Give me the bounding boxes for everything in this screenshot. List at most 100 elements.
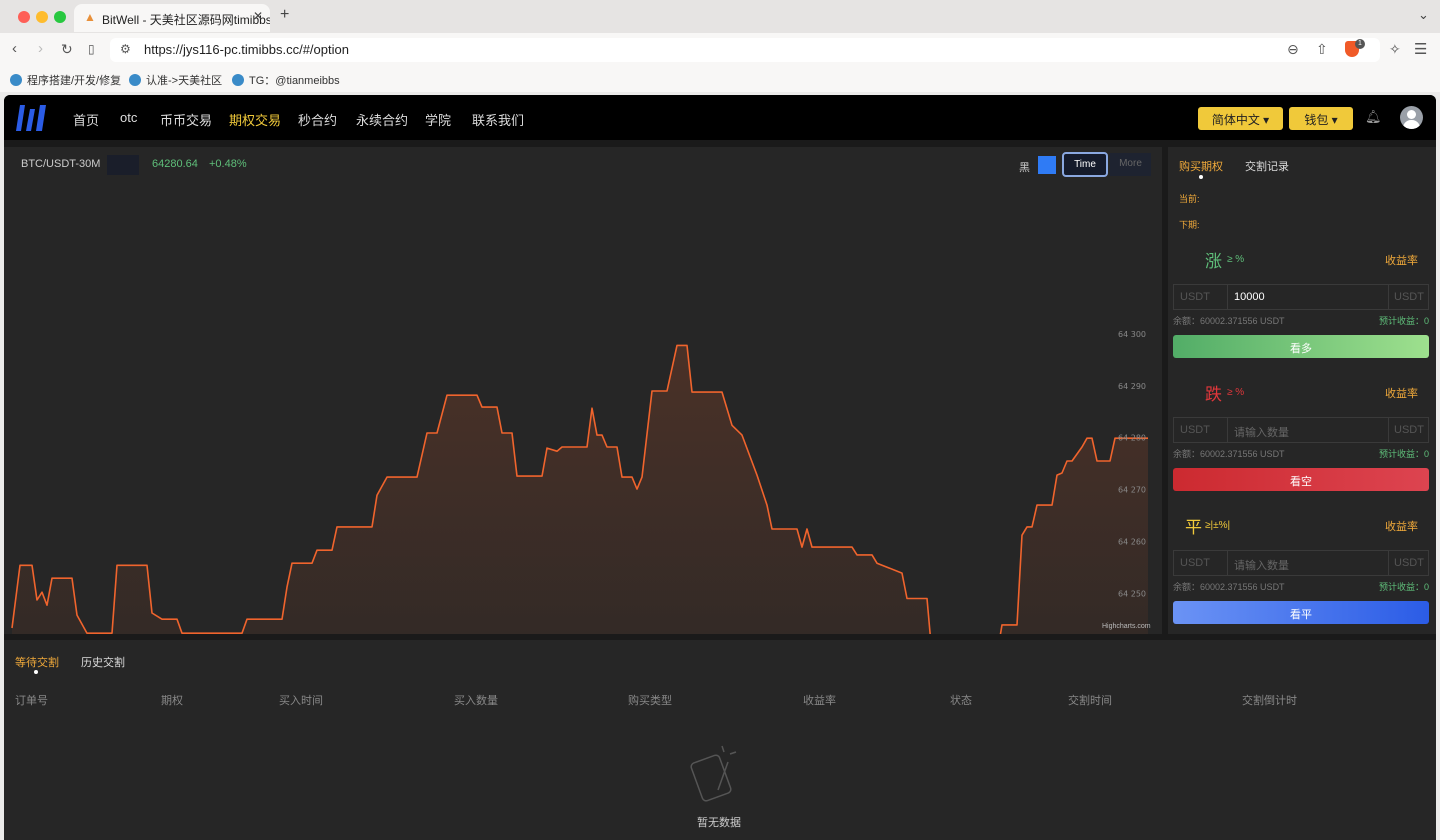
bookmark-label: 认准->天美社区 bbox=[146, 75, 223, 87]
avatar[interactable] bbox=[1400, 106, 1423, 129]
nav-options[interactable]: 期权交易 bbox=[229, 110, 281, 129]
maximize-window-button[interactable] bbox=[54, 11, 66, 23]
active-tab-dot bbox=[34, 670, 38, 674]
expected-profit: 预计收益：0 bbox=[1378, 582, 1429, 592]
wallet-dropdown[interactable]: 钱包 ▾ bbox=[1289, 107, 1353, 130]
price-chart[interactable]: 03:11:3003:13:4003:14:2003:15:2003:15:50… bbox=[4, 147, 1162, 634]
chart-panel: BTC/USDT-30M 64280.64 +0.48% 黑 Time More… bbox=[4, 147, 1162, 634]
highcharts-credit[interactable]: Highcharts.com bbox=[1102, 623, 1151, 630]
tab-delivery-records[interactable]: 交割记录 bbox=[1245, 158, 1289, 174]
active-tab-dot bbox=[1199, 175, 1203, 179]
balance-text: 余额：60002.371556 USDT bbox=[1173, 449, 1285, 459]
y-tick-label: 64 300 bbox=[1118, 330, 1146, 339]
current-period-label: 当前: bbox=[1179, 194, 1200, 204]
logo-icon[interactable] bbox=[16, 105, 46, 131]
column-header: 收益率 bbox=[803, 695, 836, 707]
unit-suffix: USDT bbox=[1388, 551, 1428, 575]
rise-buy-button[interactable]: 看多 bbox=[1173, 335, 1429, 358]
column-header: 订单号 bbox=[15, 695, 48, 707]
fall-buy-button[interactable]: 看空 bbox=[1173, 468, 1429, 491]
bookmark-favicon-icon bbox=[129, 74, 141, 86]
column-header: 状态 bbox=[950, 695, 972, 707]
series-area bbox=[12, 345, 1148, 634]
yield-rate-label: 收益率 bbox=[1385, 388, 1418, 400]
unit-prefix: USDT bbox=[1174, 418, 1228, 442]
share-icon[interactable]: ⇧ bbox=[1316, 41, 1328, 58]
back-icon[interactable]: ‹ bbox=[12, 40, 17, 57]
unit-prefix: USDT bbox=[1174, 551, 1228, 575]
site-settings-icon[interactable]: ⚙ bbox=[120, 42, 131, 56]
tab-pending-delivery[interactable]: 等待交割 bbox=[15, 654, 59, 670]
column-header: 购买类型 bbox=[628, 695, 672, 707]
nav-contact[interactable]: 联系我们 bbox=[472, 110, 524, 129]
new-tab-button[interactable]: + bbox=[280, 6, 289, 24]
flat-amount-field: USDT 请输入数量 USDT bbox=[1173, 550, 1429, 576]
browser-tab-bar: ▲ BitWell - 天美社区源码网timibbs ✕ + ⌄ bbox=[0, 0, 1440, 33]
rise-amount-field: USDT USDT bbox=[1173, 284, 1429, 310]
y-tick-label: 64 280 bbox=[1118, 434, 1146, 443]
fall-input-wrap: 请输入数量 bbox=[1228, 418, 1388, 442]
flat-condition: ≥|±%| bbox=[1205, 520, 1231, 531]
rise-condition: ≥ % bbox=[1227, 254, 1245, 265]
unit-prefix: USDT bbox=[1174, 285, 1228, 309]
top-nav: 首页 otc 币币交易 期权交易 秒合约 永续合约 学院 联系我们 简体中文 ▾… bbox=[4, 95, 1436, 140]
y-tick-label: 64 250 bbox=[1118, 589, 1146, 598]
flat-amount-input[interactable] bbox=[1228, 551, 1388, 575]
y-tick-label: 64 270 bbox=[1118, 486, 1146, 495]
ai-sparkle-icon[interactable]: ✧ bbox=[1389, 41, 1401, 58]
address-bar[interactable]: ⚙ https://jys116-pc.timibbs.cc/#/option bbox=[110, 38, 1380, 62]
y-tick-label: 64 290 bbox=[1118, 382, 1146, 391]
bookmark-favicon-icon bbox=[232, 74, 244, 86]
bookmark-label: TG：@tianmeibbs bbox=[249, 75, 340, 87]
bookmark-favicon-icon bbox=[10, 74, 22, 86]
column-header: 买入数量 bbox=[454, 695, 498, 707]
minimize-window-button[interactable] bbox=[36, 11, 48, 23]
bookmark-label: 程序搭建/开发/修复 bbox=[27, 75, 122, 87]
expected-profit: 预计收益：0 bbox=[1378, 449, 1429, 459]
column-header: 交割时间 bbox=[1068, 695, 1112, 707]
bookmark-icon[interactable]: ▯ bbox=[88, 42, 95, 56]
y-tick-label: 64 260 bbox=[1118, 537, 1146, 546]
browser-tab[interactable]: ▲ BitWell - 天美社区源码网timibbs bbox=[74, 4, 270, 32]
close-tab-icon[interactable]: ✕ bbox=[253, 9, 263, 23]
zoom-out-icon[interactable]: ⊖ bbox=[1287, 41, 1299, 58]
nav-second-contract[interactable]: 秒合约 bbox=[298, 110, 337, 129]
bookmark-item[interactable]: TG：@tianmeibbs bbox=[232, 72, 340, 88]
unit-suffix: USDT bbox=[1388, 285, 1428, 309]
tab-history-delivery[interactable]: 历史交割 bbox=[81, 654, 125, 670]
nav-spot[interactable]: 币币交易 bbox=[160, 110, 212, 129]
empty-state-text: 暂无数据 bbox=[697, 817, 741, 829]
rise-title: 涨 bbox=[1205, 252, 1222, 271]
tab-list-chevron-icon[interactable]: ⌄ bbox=[1418, 7, 1429, 23]
balance-text: 余额：60002.371556 USDT bbox=[1173, 582, 1285, 592]
yield-rate-label: 收益率 bbox=[1385, 255, 1418, 267]
rise-amount-input[interactable] bbox=[1228, 285, 1388, 309]
column-header: 交割倒计时 bbox=[1242, 695, 1297, 707]
fall-amount-input[interactable] bbox=[1228, 418, 1388, 442]
tab-buy-option[interactable]: 购买期权 bbox=[1179, 158, 1223, 174]
close-window-button[interactable] bbox=[18, 11, 30, 23]
fall-title: 跌 bbox=[1205, 385, 1222, 404]
menu-icon[interactable]: ☰ bbox=[1414, 40, 1427, 58]
empty-notebook-icon bbox=[690, 745, 737, 802]
flat-input-wrap: 请输入数量 bbox=[1228, 551, 1388, 575]
reload-icon[interactable]: ↻ bbox=[61, 41, 73, 58]
nav-otc[interactable]: otc bbox=[120, 110, 137, 125]
language-dropdown[interactable]: 简体中文 ▾ bbox=[1198, 107, 1283, 130]
column-header: 期权 bbox=[161, 695, 183, 707]
bookmarks-bar: 程序搭建/开发/修复 认准->天美社区 TG：@tianmeibbs bbox=[0, 66, 1440, 92]
forward-icon[interactable]: › bbox=[38, 40, 43, 57]
fall-condition: ≥ % bbox=[1227, 387, 1245, 398]
nav-perpetual[interactable]: 永续合约 bbox=[356, 110, 408, 129]
orders-panel: 等待交割 历史交割 订单号 期权 买入时间 买入数量 购买类型 收益率 状态 交… bbox=[4, 640, 1436, 840]
bookmark-item[interactable]: 认准->天美社区 bbox=[129, 72, 222, 88]
fall-amount-field: USDT 请输入数量 USDT bbox=[1173, 417, 1429, 443]
next-period-label: 下期: bbox=[1179, 220, 1200, 230]
nav-academy[interactable]: 学院 bbox=[425, 110, 451, 129]
flat-buy-button[interactable]: 看平 bbox=[1173, 601, 1429, 624]
balance-text: 余额：60002.371556 USDT bbox=[1173, 316, 1285, 326]
bell-icon[interactable]: 🔔︎ bbox=[1365, 109, 1382, 125]
expected-profit: 预计收益：0 bbox=[1378, 316, 1429, 326]
nav-home[interactable]: 首页 bbox=[73, 110, 99, 129]
bookmark-item[interactable]: 程序搭建/开发/修复 bbox=[10, 72, 121, 88]
